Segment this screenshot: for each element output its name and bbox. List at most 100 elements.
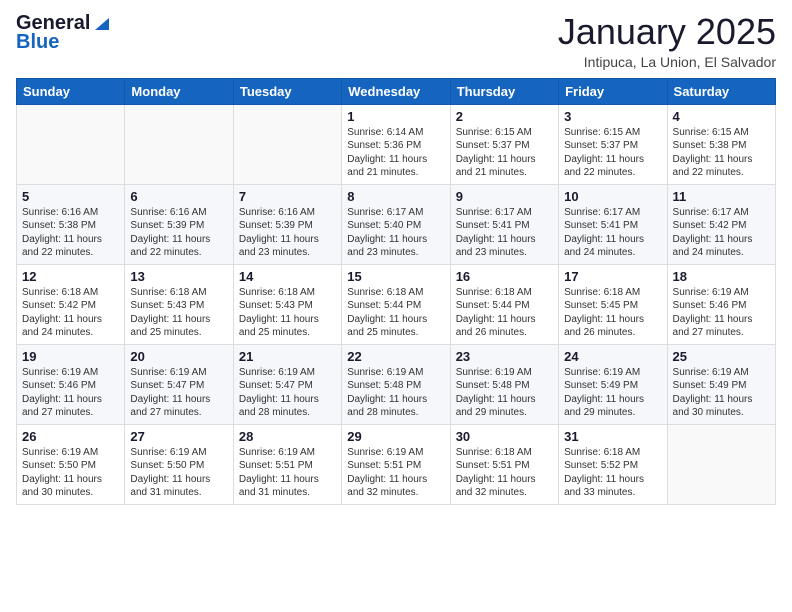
table-row: 29Sunrise: 6:19 AMSunset: 5:51 PMDayligh…	[342, 424, 450, 504]
sunset-text: Sunset: 5:39 PM	[130, 220, 204, 231]
daylight-text: Daylight: 11 hours and 29 minutes.	[456, 394, 536, 419]
day-number: 29	[347, 429, 444, 444]
sunset-text: Sunset: 5:38 PM	[673, 140, 747, 151]
table-row: 7Sunrise: 6:16 AMSunset: 5:39 PMDaylight…	[233, 184, 341, 264]
sunrise-text: Sunrise: 6:18 AM	[239, 287, 315, 298]
day-number: 31	[564, 429, 661, 444]
page: General Blue January 2025 Intipuca, La U…	[0, 0, 792, 612]
table-row	[667, 424, 775, 504]
cell-text: Sunrise: 6:19 AMSunset: 5:50 PMDaylight:…	[130, 446, 227, 500]
calendar-week-row: 5Sunrise: 6:16 AMSunset: 5:38 PMDaylight…	[17, 184, 776, 264]
cell-text: Sunrise: 6:19 AMSunset: 5:50 PMDaylight:…	[22, 446, 119, 500]
daylight-text: Daylight: 11 hours and 27 minutes.	[673, 314, 753, 339]
sunset-text: Sunset: 5:47 PM	[130, 380, 204, 391]
calendar-header-row: Sunday Monday Tuesday Wednesday Thursday…	[17, 78, 776, 104]
table-row: 1Sunrise: 6:14 AMSunset: 5:36 PMDaylight…	[342, 104, 450, 184]
table-row: 15Sunrise: 6:18 AMSunset: 5:44 PMDayligh…	[342, 264, 450, 344]
daylight-text: Daylight: 11 hours and 24 minutes.	[22, 314, 102, 339]
table-row: 22Sunrise: 6:19 AMSunset: 5:48 PMDayligh…	[342, 344, 450, 424]
daylight-text: Daylight: 11 hours and 22 minutes.	[130, 234, 210, 259]
day-number: 26	[22, 429, 119, 444]
day-number: 7	[239, 189, 336, 204]
sunset-text: Sunset: 5:37 PM	[564, 140, 638, 151]
calendar-week-row: 26Sunrise: 6:19 AMSunset: 5:50 PMDayligh…	[17, 424, 776, 504]
day-number: 28	[239, 429, 336, 444]
sunrise-text: Sunrise: 6:16 AM	[22, 207, 98, 218]
sunset-text: Sunset: 5:50 PM	[130, 460, 204, 471]
calendar-table: Sunday Monday Tuesday Wednesday Thursday…	[16, 78, 776, 505]
table-row: 18 Sunrise: 6:19 AMSunset: 5:46 PMDayligh…	[667, 264, 775, 344]
table-row: 11Sunrise: 6:17 AMSunset: 5:42 PMDayligh…	[667, 184, 775, 264]
sunset-text: Sunset: 5:47 PM	[239, 380, 313, 391]
daylight-text: Daylight: 11 hours and 24 minutes.	[673, 234, 753, 259]
sunset-text: Sunset: 5:41 PM	[456, 220, 530, 231]
daylight-text: Daylight: 11 hours and 24 minutes.	[564, 234, 644, 259]
header-wednesday: Wednesday	[342, 78, 450, 104]
daylight-text: Daylight: 11 hours and 23 minutes.	[239, 234, 319, 259]
calendar-week-row: 1Sunrise: 6:14 AMSunset: 5:36 PMDaylight…	[17, 104, 776, 184]
sunrise-text: Sunrise: 6:18 AM	[347, 287, 423, 298]
cell-text: Sunrise: 6:19 AM Sunset: 5:47 PM Daylight:…	[130, 366, 227, 420]
daylight-text: Daylight: 11 hours and 23 minutes.	[456, 234, 536, 259]
daylight-text: Daylight: 11 hours and 27 minutes.	[130, 394, 210, 419]
day-number: 25	[673, 349, 770, 364]
day-number: 23	[456, 349, 553, 364]
day-number: 22	[347, 349, 444, 364]
header: General Blue January 2025 Intipuca, La U…	[16, 12, 776, 70]
header-thursday: Thursday	[450, 78, 558, 104]
table-row: 21Sunrise: 6:19 AMSunset: 5:47 PMDayligh…	[233, 344, 341, 424]
day-number: 2	[456, 109, 553, 124]
sunrise-text: Sunrise: 6:18 AM	[22, 287, 98, 298]
table-row: 3Sunrise: 6:15 AMSunset: 5:37 PMDaylight…	[559, 104, 667, 184]
sunset-text: Sunset: 5:48 PM	[456, 380, 530, 391]
cell-text: Sunrise: 6:18 AMSunset: 5:43 PMDaylight:…	[130, 286, 227, 340]
sunset-text: Sunset: 5:43 PM	[239, 300, 313, 311]
daylight-text: Daylight: 11 hours and 30 minutes.	[22, 474, 102, 499]
daylight-text: Daylight: 11 hours and 31 minutes.	[130, 474, 210, 499]
day-number: 18	[673, 269, 770, 284]
cell-text: Sunrise: 6:18 AMSunset: 5:45 PMDaylight:…	[564, 286, 661, 340]
table-row: 19Sunrise: 6:19 AMSunset: 5:46 PMDayligh…	[17, 344, 125, 424]
sunrise-text: Sunrise: 6:19 AM	[239, 447, 315, 458]
daylight-text: Daylight: 11 hours and 30 minutes.	[673, 394, 753, 419]
sunrise-text: Sunrise: 6:16 AM	[130, 207, 206, 218]
cell-text: Sunrise: 6:16 AM Sunset: 5:38 PM Daylight:…	[22, 206, 119, 260]
table-row: 23Sunrise: 6:19 AMSunset: 5:48 PMDayligh…	[450, 344, 558, 424]
cell-text: Sunrise: 6:15 AMSunset: 5:38 PMDaylight:…	[673, 126, 770, 180]
daylight-text: Daylight: 11 hours and 25 minutes.	[239, 314, 319, 339]
daylight-text: Daylight: 11 hours and 32 minutes.	[456, 474, 536, 499]
cell-text: Sunrise: 6:16 AM Sunset: 5:39 PM Daylight:…	[130, 206, 227, 260]
day-number: 15	[347, 269, 444, 284]
day-number: 21	[239, 349, 336, 364]
sunrise-text: Sunrise: 6:19 AM	[130, 367, 206, 378]
sunset-text: Sunset: 5:51 PM	[239, 460, 313, 471]
calendar-week-row: 12Sunrise: 6:18 AMSunset: 5:42 PMDayligh…	[17, 264, 776, 344]
table-row: 17Sunrise: 6:18 AMSunset: 5:45 PMDayligh…	[559, 264, 667, 344]
sunset-text: Sunset: 5:42 PM	[673, 220, 747, 231]
cell-text: Sunrise: 6:19 AMSunset: 5:49 PMDaylight:…	[673, 366, 770, 420]
sunset-text: Sunset: 5:36 PM	[347, 140, 421, 151]
sunset-text: Sunset: 5:38 PM	[22, 220, 96, 231]
cell-text: Sunrise: 6:19 AMSunset: 5:51 PMDaylight:…	[239, 446, 336, 500]
table-row: 4Sunrise: 6:15 AMSunset: 5:38 PMDaylight…	[667, 104, 775, 184]
sunset-text: Sunset: 5:44 PM	[456, 300, 530, 311]
sunrise-text: Sunrise: 6:18 AM	[564, 447, 640, 458]
day-number: 19	[22, 349, 119, 364]
daylight-text: Daylight: 11 hours and 33 minutes.	[564, 474, 644, 499]
cell-text: Sunrise: 6:19 AMSunset: 5:46 PMDaylight:…	[673, 286, 770, 340]
sunrise-text: Sunrise: 6:17 AM	[564, 207, 640, 218]
daylight-text: Daylight: 11 hours and 27 minutes.	[22, 394, 102, 419]
logo: General Blue	[16, 12, 109, 54]
table-row: 28Sunrise: 6:19 AMSunset: 5:51 PMDayligh…	[233, 424, 341, 504]
sunrise-text: Sunrise: 6:19 AM	[347, 367, 423, 378]
sunrise-text: Sunrise: 6:17 AM	[673, 207, 749, 218]
month-title: January 2025	[558, 12, 776, 52]
logo-triangle-icon	[91, 14, 109, 32]
day-number: 3	[564, 109, 661, 124]
sunset-text: Sunset: 5:37 PM	[456, 140, 530, 151]
daylight-text: Daylight: 11 hours and 22 minutes.	[22, 234, 102, 259]
daylight-text: Daylight: 11 hours and 22 minutes.	[673, 154, 753, 179]
sunset-text: Sunset: 5:43 PM	[130, 300, 204, 311]
header-friday: Friday	[559, 78, 667, 104]
cell-text: Sunrise: 6:18 AMSunset: 5:52 PMDaylight:…	[564, 446, 661, 500]
